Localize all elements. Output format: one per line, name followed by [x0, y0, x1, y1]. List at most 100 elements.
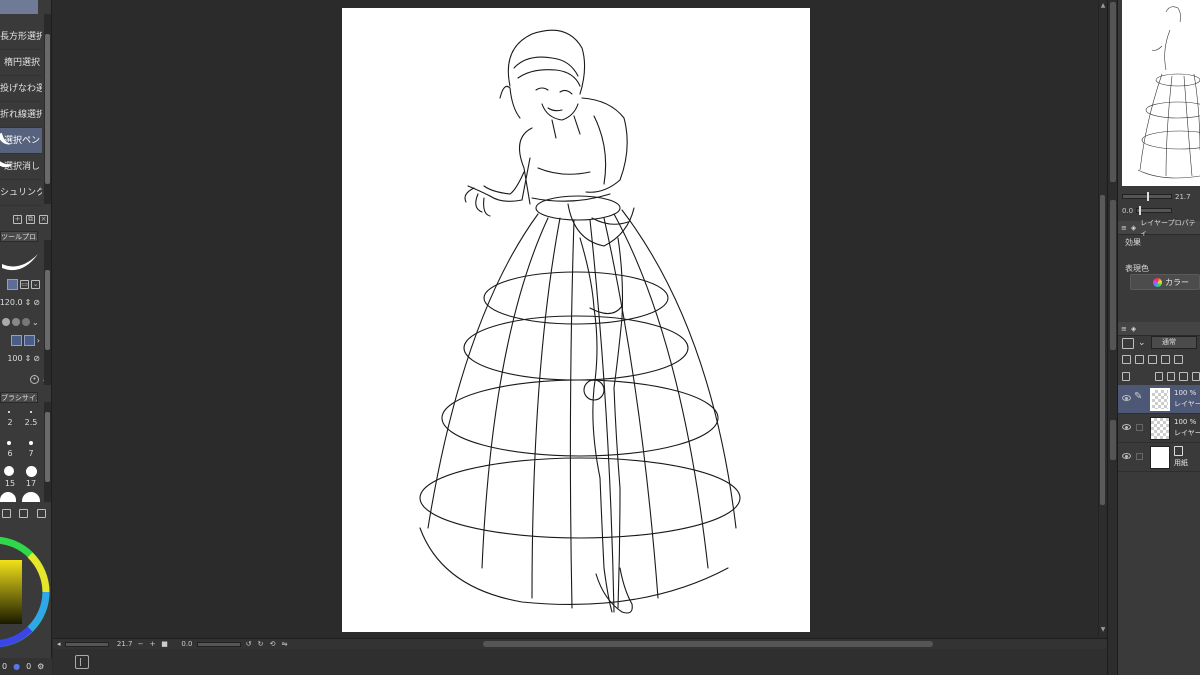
stepper-icon[interactable]: ⇕	[25, 298, 32, 307]
rotate-right-icon[interactable]: ↻	[257, 640, 265, 648]
brush-size-value[interactable]: 120.0	[0, 298, 23, 307]
size-preset-dot[interactable]	[22, 492, 40, 502]
size-preset-label[interactable]: 17	[21, 479, 41, 488]
color-swatch[interactable]	[23, 335, 35, 346]
tool-property-scrollbar[interactable]	[44, 240, 51, 385]
panel-layout-icon[interactable]	[1122, 371, 1131, 381]
layer-row[interactable]: ✎ 100 % レイヤー	[1118, 385, 1200, 414]
layer-stack-icon[interactable]: ◈	[1131, 325, 1136, 333]
canvas-area[interactable]: ▲ ▼	[53, 0, 1107, 638]
slider-knob[interactable]	[1147, 192, 1149, 201]
sub-tool-selection-eraser[interactable]: 選択消し	[0, 154, 42, 180]
sub-tool-rectangle-select[interactable]: 長方形選択	[0, 24, 42, 50]
subtract-mode-icon[interactable]: ▭	[20, 280, 29, 289]
new-folder-icon[interactable]	[1179, 371, 1188, 381]
size-preset-dot[interactable]	[30, 411, 32, 413]
sub-tool-scrollbar[interactable]	[44, 14, 51, 204]
lock-transparency-icon[interactable]	[1174, 354, 1183, 364]
settings-icon[interactable]: ⚙	[37, 662, 44, 671]
nav-rotation-value[interactable]: 0.0	[1122, 207, 1133, 215]
brush-shape-dot[interactable]	[12, 318, 20, 326]
rotation-slider[interactable]	[196, 641, 241, 647]
opacity-value[interactable]: 100	[7, 354, 22, 363]
sub-tool-shrink-select[interactable]: シュリンク選択	[0, 180, 42, 206]
clip-icon[interactable]	[1122, 354, 1131, 364]
scrollbar-thumb[interactable]	[1110, 2, 1116, 182]
size-preset-label[interactable]: 2.5	[21, 418, 41, 427]
size-preset-dot[interactable]	[0, 492, 16, 502]
eye-icon[interactable]	[1122, 453, 1131, 459]
reset-rotation-icon[interactable]: ⟲	[269, 640, 277, 648]
size-preset-label[interactable]: 6	[0, 449, 20, 458]
panel-header-swatch[interactable]	[0, 0, 38, 14]
brush-size-tab[interactable]: ブラシサイズ[選択ペン]	[0, 392, 38, 403]
zoom-slider[interactable]	[64, 641, 109, 647]
brush-shape-dot[interactable]	[22, 318, 30, 326]
rotation-value[interactable]: 0.0	[173, 640, 192, 648]
sub-tool-selection-pen[interactable]: 選択ペン	[0, 128, 42, 154]
canvas-vertical-scrollbar[interactable]: ▲ ▼	[1098, 0, 1106, 636]
panel-toggle-icon[interactable]	[75, 655, 89, 669]
layer-property-header[interactable]: ≡ ◈ レイヤープロパティ	[1118, 219, 1200, 237]
navigator-preview[interactable]	[1122, 0, 1200, 186]
size-preset-dot[interactable]	[4, 466, 14, 476]
copy-sub-tool-icon[interactable]: ⧉	[26, 214, 35, 224]
nav-zoom-slider[interactable]	[1122, 192, 1172, 201]
layer-panel-header[interactable]: ≡ ◈	[1118, 322, 1200, 336]
sub-tool-polyline-select[interactable]: 折れ線選択	[0, 102, 42, 128]
size-preset-dot[interactable]	[8, 411, 10, 413]
menu-icon[interactable]: ≡	[1121, 325, 1127, 333]
chevron-down-icon[interactable]: ⌄	[31, 280, 40, 289]
scrollbar-thumb[interactable]	[45, 412, 50, 482]
delete-sub-tool-icon[interactable]: ×	[39, 214, 48, 224]
slider-knob[interactable]	[1139, 206, 1142, 215]
layer-name[interactable]: レイヤー	[1174, 429, 1200, 437]
add-sub-tool-icon[interactable]: +	[13, 214, 22, 224]
zoom-value[interactable]: 21.7	[113, 640, 133, 648]
draft-icon[interactable]	[1148, 354, 1157, 364]
chevron-down-icon[interactable]: ⌄	[32, 318, 39, 327]
menu-icon[interactable]: ≡	[1121, 224, 1127, 232]
add-mode-button[interactable]	[7, 279, 18, 290]
scrollbar-thumb[interactable]	[45, 270, 50, 350]
nav-rotation-slider[interactable]	[1136, 206, 1173, 215]
intermediate-color-tab-icon[interactable]	[36, 508, 46, 518]
wrench-icon[interactable]: •	[29, 374, 39, 384]
layer-row[interactable]: 用紙	[1118, 443, 1200, 472]
lock-icon[interactable]	[1161, 354, 1170, 364]
new-vector-layer-icon[interactable]	[1166, 371, 1176, 381]
layer-name[interactable]: レイヤー	[1174, 400, 1200, 408]
size-preset-label[interactable]: 2	[0, 418, 20, 427]
merge-layer-icon[interactable]	[1191, 371, 1200, 381]
scrollbar-thumb[interactable]	[1110, 200, 1116, 350]
new-raster-layer-icon[interactable]	[1154, 371, 1163, 381]
flip-icon[interactable]: ⇋	[281, 640, 289, 648]
brush-shape-dot[interactable]	[2, 318, 10, 326]
zoom-out-icon[interactable]: −	[137, 640, 145, 648]
chevron-down-icon[interactable]: ⌄	[1138, 338, 1146, 348]
canvas-paper[interactable]	[342, 8, 810, 632]
brush-size-scrollbar[interactable]	[44, 402, 51, 502]
collapse-arrow-icon[interactable]: ◂	[57, 640, 61, 648]
scroll-down-icon[interactable]: ▼	[1099, 626, 1107, 634]
stepper-icon[interactable]: ⇕	[25, 354, 32, 363]
layer-name[interactable]: 用紙	[1174, 459, 1188, 467]
size-preset-dot[interactable]	[29, 441, 33, 445]
reference-icon[interactable]	[1135, 354, 1144, 364]
sub-tool-lasso-select[interactable]: 投げなわ選択	[0, 76, 42, 102]
color-wheel-tab-icon[interactable]	[2, 508, 12, 518]
canvas-horizontal-scrollbar[interactable]	[483, 641, 933, 647]
eye-icon[interactable]	[1122, 395, 1131, 401]
tool-property-tab[interactable]: ツールプロパティ[選択ペン]	[0, 231, 38, 242]
color-swatch[interactable]	[10, 335, 22, 346]
pressure-icon[interactable]: ⊘	[33, 298, 40, 307]
nav-zoom-value[interactable]: 21.7	[1175, 193, 1191, 201]
blend-mode-select[interactable]: 通常	[1151, 336, 1197, 349]
fit-icon[interactable]: ■	[161, 640, 169, 648]
layer-row[interactable]: 100 % レイヤー	[1118, 414, 1200, 443]
pressure-icon[interactable]: ⊘	[33, 354, 40, 363]
size-preset-label[interactable]: 7	[21, 449, 41, 458]
layer-checkbox[interactable]	[1136, 453, 1143, 460]
size-preset-dot[interactable]	[26, 466, 37, 477]
chevron-right-icon[interactable]: ›	[37, 336, 40, 345]
